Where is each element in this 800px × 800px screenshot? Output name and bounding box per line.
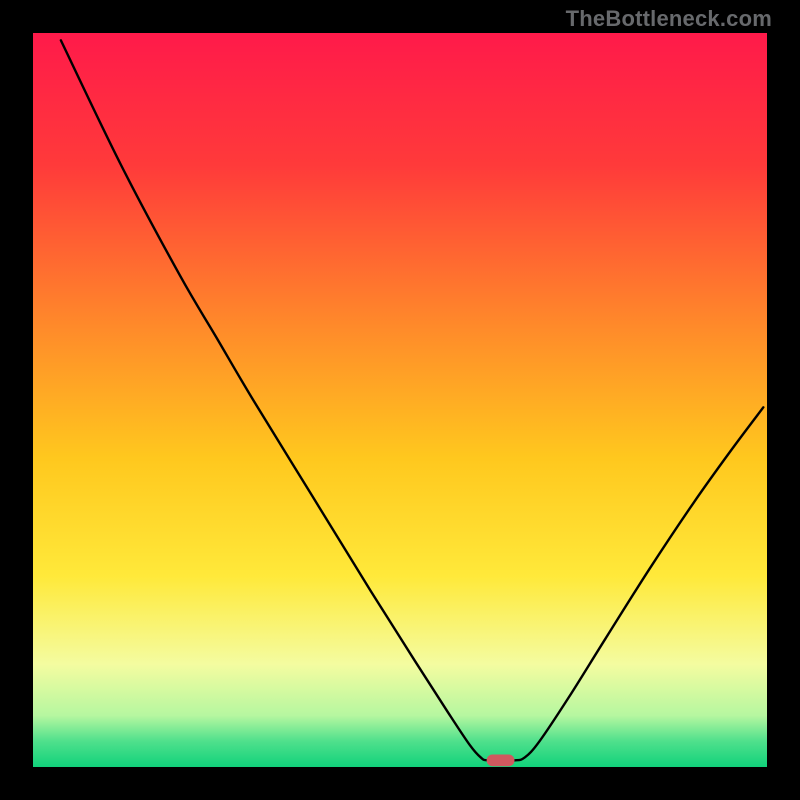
- gradient-background: [33, 33, 767, 767]
- plot-area: [33, 33, 767, 767]
- optimal-marker: [487, 755, 515, 767]
- watermark-label: TheBottleneck.com: [566, 6, 772, 32]
- chart-frame: TheBottleneck.com: [0, 0, 800, 800]
- bottleneck-curve-chart: [33, 33, 767, 767]
